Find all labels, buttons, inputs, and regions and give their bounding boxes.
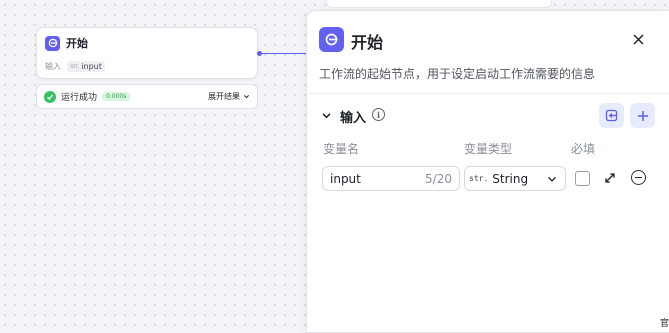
import-button[interactable] — [599, 103, 624, 128]
start-node-title: 开始 — [66, 37, 88, 50]
clipped-text-fragment: 官 — [659, 319, 669, 329]
variable-type-select[interactable]: str. String — [464, 166, 566, 191]
type-prefix: str. — [469, 174, 489, 183]
start-node[interactable]: 开始 输入 str. input — [36, 27, 258, 79]
start-node-header: 开始 — [45, 35, 88, 51]
check-icon — [44, 90, 56, 103]
panel-title: 开始 — [351, 33, 384, 52]
start-node-io: 输入 str. input — [45, 61, 105, 72]
start-node-io-tag: str. input — [67, 61, 105, 72]
expand-result-label: 展开结果 — [208, 92, 240, 101]
expand-result-button[interactable]: 展开结果 — [208, 91, 250, 102]
start-icon — [45, 35, 60, 51]
close-icon[interactable] — [629, 30, 647, 48]
expand-icon[interactable] — [603, 171, 617, 185]
run-status-label: 运行成功 — [61, 93, 98, 103]
info-icon[interactable]: i — [372, 108, 385, 121]
char-counter: 5/20 — [425, 171, 452, 186]
variable-name-input[interactable]: input 5/20 — [322, 166, 460, 191]
column-variable-name: 变量名 — [323, 142, 360, 156]
section-collapse-toggle[interactable] — [319, 108, 333, 122]
start-icon — [319, 27, 344, 52]
type-value: String — [492, 171, 529, 186]
start-node-io-label: 输入 — [45, 62, 61, 71]
chevron-down-icon — [321, 112, 331, 118]
input-section-title: 输入 — [340, 111, 367, 126]
remove-icon[interactable] — [631, 170, 646, 185]
chevron-down-icon — [243, 95, 250, 99]
panel-description: 工作流的起始节点，用于设定启动工作流需要的信息 — [319, 67, 596, 81]
io-type: str. — [70, 63, 80, 70]
edge-line — [261, 53, 307, 54]
run-status-bar: 运行成功 0.000s 展开结果 — [36, 84, 258, 109]
hidden-node-edge — [326, 0, 552, 8]
required-checkbox[interactable] — [575, 171, 590, 186]
chevron-down-icon — [547, 174, 561, 184]
variable-name-value: input — [330, 171, 361, 186]
import-icon — [605, 109, 618, 122]
column-required: 必填 — [571, 142, 596, 156]
column-variable-type: 变量类型 — [464, 142, 513, 156]
divider — [307, 93, 669, 94]
io-var: input — [81, 62, 102, 71]
plus-icon — [637, 110, 648, 121]
run-time-badge: 0.000s — [102, 92, 131, 101]
node-config-panel: 开始 工作流的起始节点，用于设定启动工作流需要的信息 输入 i 变量名 变量类型… — [306, 10, 669, 333]
workflow-canvas[interactable]: 开始 输入 str. input 运行成功 0.000s 展开结果 开始 工作流… — [0, 0, 669, 333]
add-variable-button[interactable] — [630, 103, 655, 128]
